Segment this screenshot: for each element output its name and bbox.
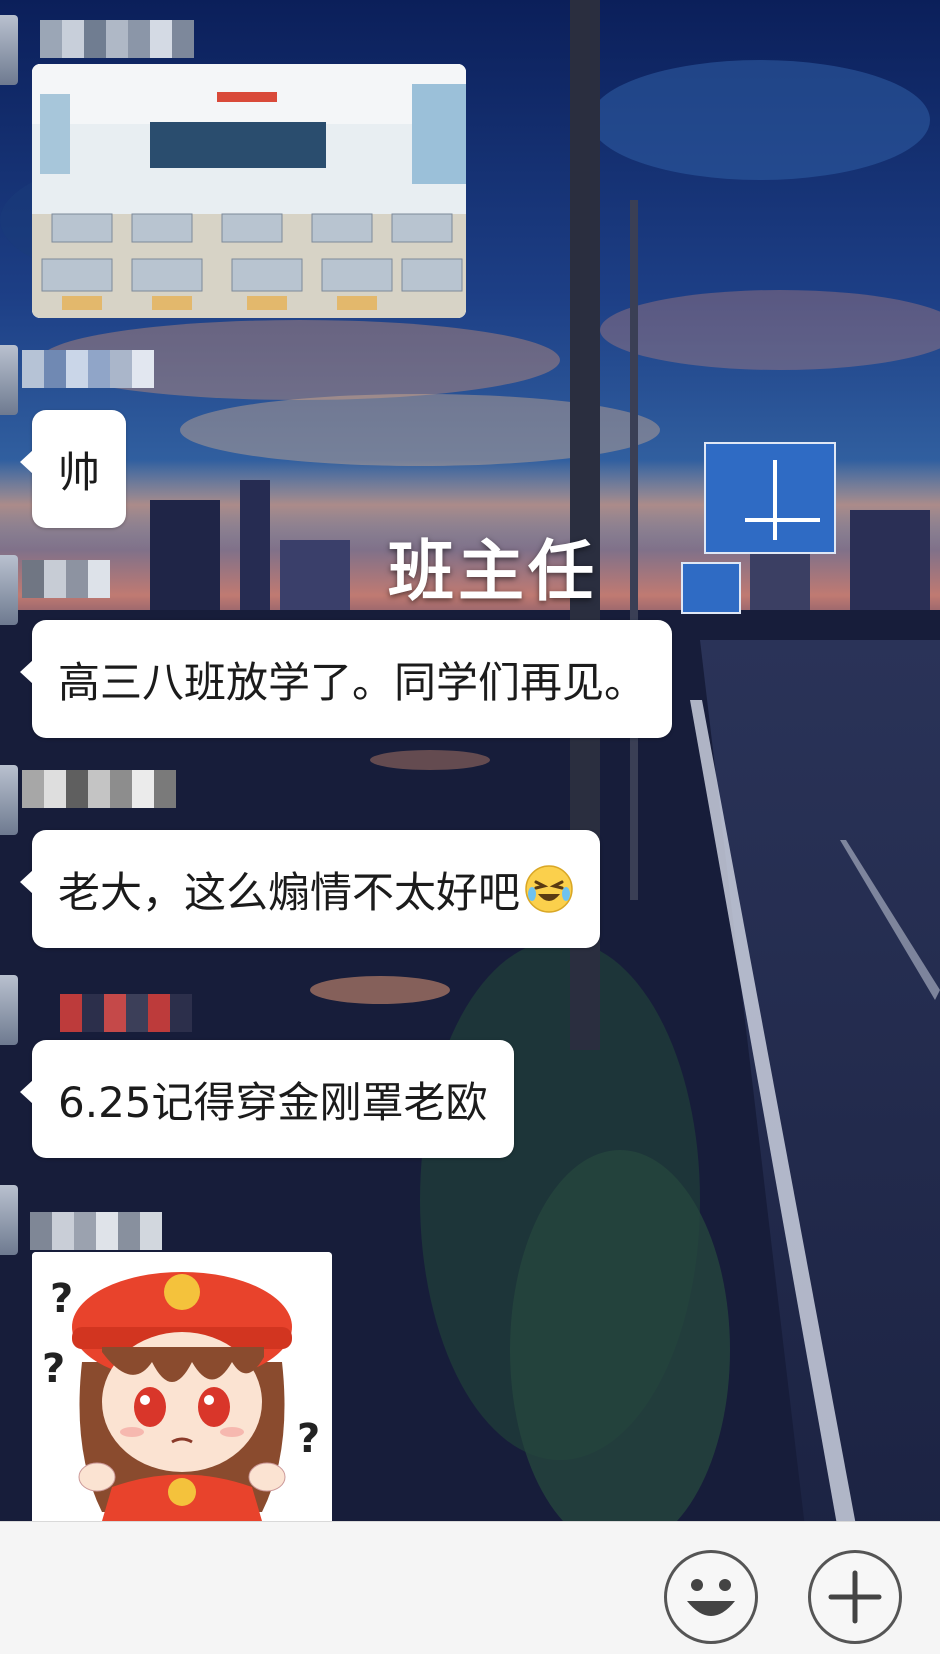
sender-name-blurred xyxy=(22,560,110,598)
sender-name-blurred xyxy=(30,1212,162,1250)
plus-icon xyxy=(828,1570,882,1624)
message-bubble[interactable]: 高三八班放学了。同学们再见。 xyxy=(19,620,673,738)
svg-text:?: ? xyxy=(297,1416,320,1462)
message-bubble[interactable]: 帅 xyxy=(19,410,127,528)
message-text-content: 高三八班放学了。同学们再见。 xyxy=(58,657,647,707)
overlay-caption: 班主任 xyxy=(388,533,598,610)
sender-name-blurred xyxy=(22,770,176,808)
anime-girl-sticker[interactable]: ? ? ? xyxy=(32,1252,332,1521)
message-text-content: 6.25记得穿金刚罩老欧 xyxy=(58,1077,488,1127)
anime-girl-sticker-image: ? ? ? xyxy=(32,1252,332,1521)
classroom-photo-image xyxy=(32,64,466,318)
avatar[interactable] xyxy=(0,765,18,835)
avatar[interactable] xyxy=(0,975,18,1045)
message-bubble[interactable]: 6.25记得穿金刚罩老欧 xyxy=(20,1040,514,1158)
message-bubble[interactable]: 老大，这么煽情不太好吧 xyxy=(19,830,601,948)
classroom-photo[interactable] xyxy=(32,64,466,318)
sender-name-blurred xyxy=(40,20,194,58)
svg-text:?: ? xyxy=(50,1276,73,1322)
avatar[interactable] xyxy=(0,345,18,415)
more-options-button[interactable] xyxy=(808,1550,902,1644)
sender-name-blurred xyxy=(60,994,192,1032)
avatar[interactable] xyxy=(0,555,18,625)
emoji-button[interactable] xyxy=(664,1550,758,1644)
avatar[interactable] xyxy=(0,1185,18,1255)
smiley-face-icon xyxy=(687,1579,735,1616)
message-text-content: 老大，这么煽情不太好吧 xyxy=(58,867,521,917)
chat-input-bar xyxy=(0,1521,940,1654)
message-text-content: 帅 xyxy=(58,447,101,497)
sender-name-blurred xyxy=(22,350,154,388)
avatar[interactable] xyxy=(0,15,18,85)
svg-text:?: ? xyxy=(42,1346,65,1392)
crying-laugh-emoji-icon xyxy=(525,865,573,913)
